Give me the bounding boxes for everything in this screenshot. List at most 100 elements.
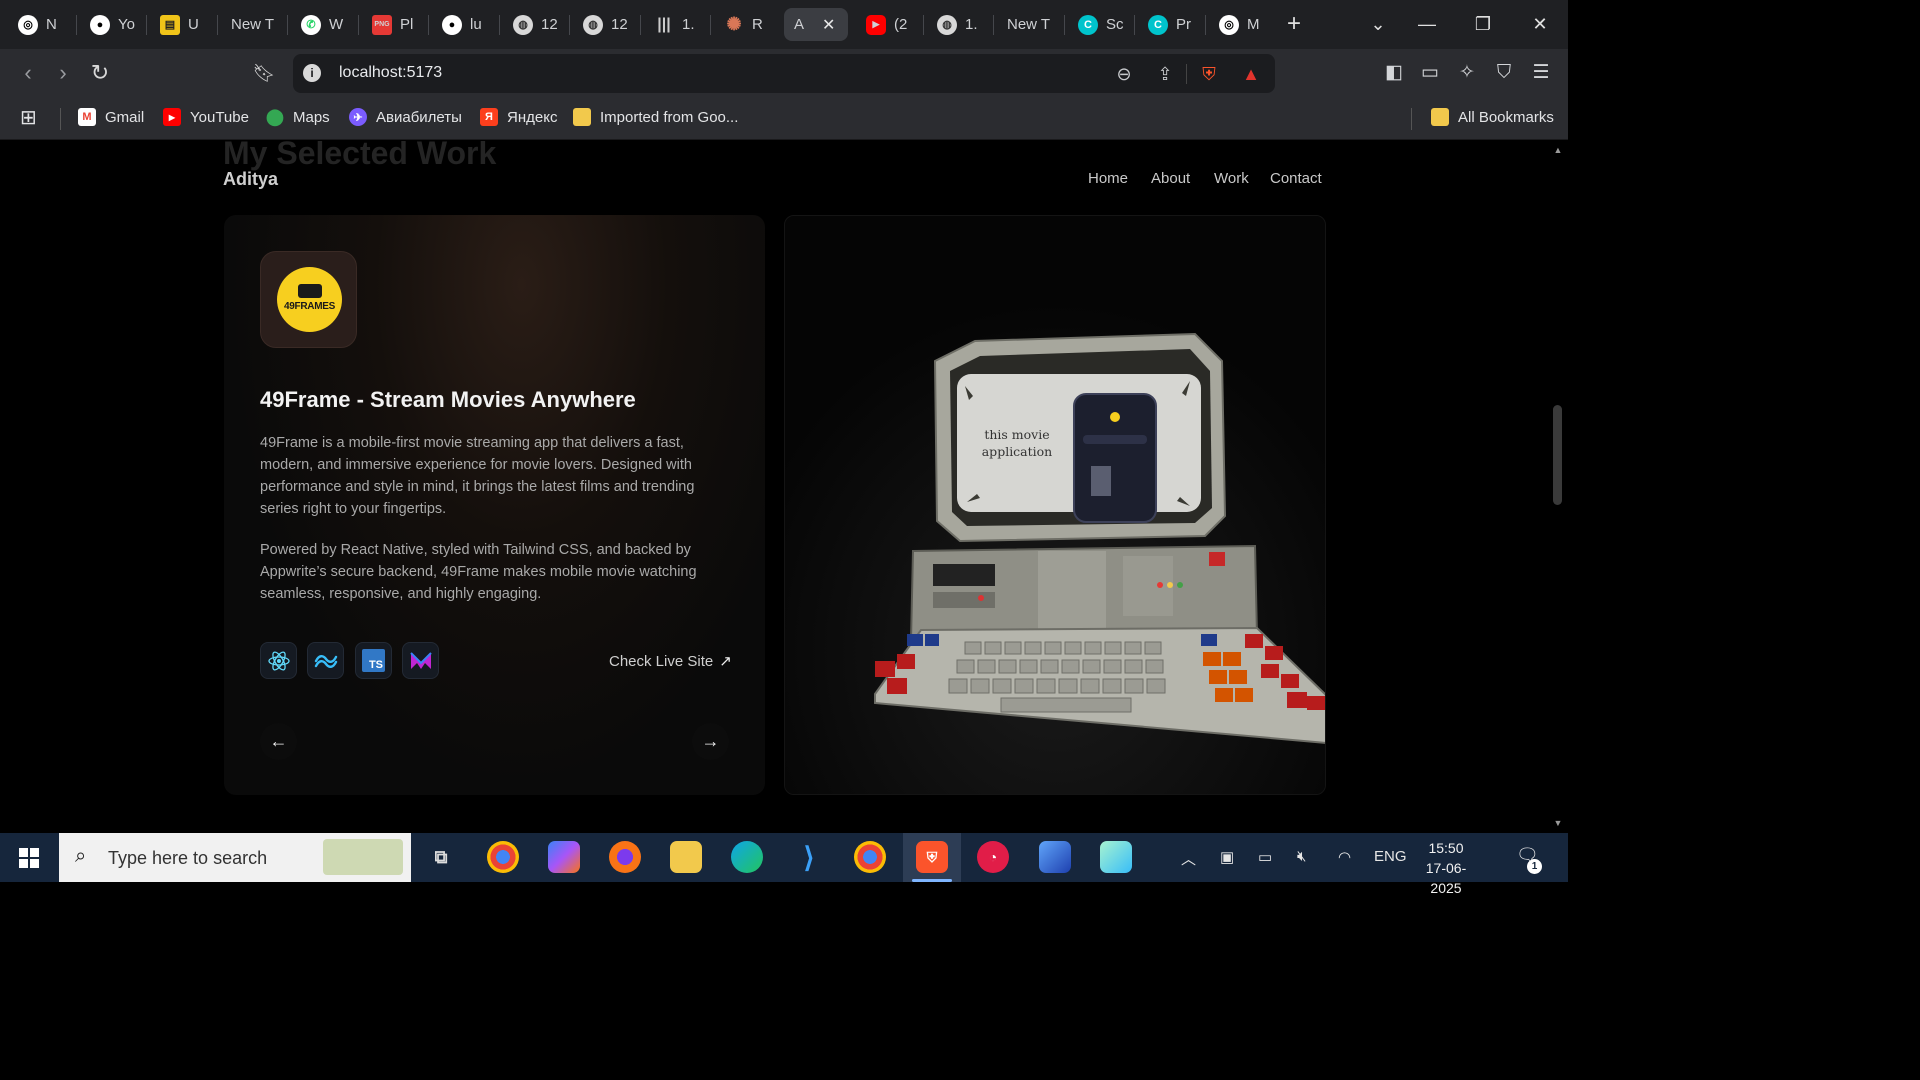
clock[interactable]: 15:50 17-06-2025: [1411, 838, 1481, 898]
edge-icon[interactable]: [731, 841, 763, 873]
notepad-icon[interactable]: [1100, 841, 1132, 873]
file-explorer-icon[interactable]: [670, 841, 702, 873]
new-tab-button[interactable]: +: [1280, 10, 1308, 38]
taskbar-search[interactable]: ⌕ Type here to search: [59, 833, 411, 882]
whatsapp-icon: ✆: [301, 14, 321, 35]
nav-home[interactable]: Home: [1088, 170, 1128, 187]
bookmark-youtube[interactable]: ▶ YouTube: [163, 106, 249, 128]
site-brand[interactable]: Aditya: [223, 169, 278, 190]
tab[interactable]: ◍ 12: [573, 8, 633, 41]
volume-muted-icon[interactable]: 🔇︎: [1297, 848, 1306, 865]
back-button[interactable]: ‹: [14, 59, 42, 87]
brave-shields-icon[interactable]: ⛨: [1197, 62, 1221, 86]
chrome-icon[interactable]: [487, 841, 519, 873]
page-viewport: My Selected Work Aditya Home About Work …: [0, 141, 1548, 833]
tab[interactable]: C Pr: [1138, 8, 1198, 41]
prev-project-button[interactable]: ←: [260, 723, 297, 760]
nav-contact[interactable]: Contact: [1270, 170, 1322, 187]
project-logo: 49FRAMES: [260, 251, 357, 348]
scroll-down-icon[interactable]: ▼: [1552, 818, 1564, 828]
claude-icon: ✺: [726, 14, 742, 34]
url-text[interactable]: localhost:5173: [339, 64, 442, 82]
vscode-icon[interactable]: ⟩: [793, 841, 825, 873]
openai-icon: ◎: [18, 14, 38, 35]
tab[interactable]: New T: [221, 8, 281, 41]
reload-button[interactable]: ↻: [86, 59, 114, 87]
firefox-icon[interactable]: [609, 841, 641, 873]
check-live-site-link[interactable]: Check Live Site ↗: [609, 652, 732, 670]
react-icon: [260, 642, 297, 679]
tab[interactable]: PNG Pl: [362, 8, 422, 41]
tab[interactable]: ◎ N: [8, 8, 70, 41]
yandex-icon: Я: [480, 108, 498, 126]
apps-grid-icon[interactable]: ⊞: [20, 106, 37, 129]
zoom-icon[interactable]: ⊖: [1112, 62, 1136, 86]
wallet-icon[interactable]: ▭: [1418, 61, 1442, 85]
speedtest-icon[interactable]: ◔: [977, 841, 1009, 873]
close-tab-icon[interactable]: ✕: [822, 15, 835, 35]
openai-icon: ◎: [1219, 14, 1239, 35]
youtube-icon: ▶: [163, 108, 181, 126]
minimize-button[interactable]: —: [1407, 8, 1447, 40]
tab[interactable]: ✺ R: [714, 8, 774, 41]
tailwind-icon: [307, 642, 344, 679]
start-button[interactable]: [0, 833, 58, 882]
copilot-icon[interactable]: [548, 841, 580, 873]
typescript-icon: TS: [355, 642, 392, 679]
restore-button[interactable]: ❐: [1463, 8, 1503, 40]
nav-about[interactable]: About: [1151, 170, 1190, 187]
brave-rewards-icon[interactable]: ▲: [1239, 62, 1263, 86]
meet-now-icon[interactable]: ▣: [1220, 848, 1234, 866]
menu-icon[interactable]: ☰: [1529, 61, 1553, 85]
vpn-icon[interactable]: ⛉: [1492, 61, 1516, 85]
leo-ai-icon[interactable]: ✧: [1455, 61, 1479, 85]
tab[interactable]: ◍ 1.: [927, 8, 987, 41]
tab[interactable]: ▤ U: [150, 8, 210, 41]
tab[interactable]: ▶ (2: [856, 8, 916, 41]
bookmark-aviasales[interactable]: ✈ Авиабилеты: [349, 106, 462, 128]
bookmark-icon[interactable]: 🔖︎: [250, 59, 278, 87]
tab[interactable]: C Sc: [1068, 8, 1128, 41]
site-info-icon[interactable]: i: [303, 64, 321, 82]
forward-button[interactable]: ›: [49, 59, 77, 87]
brave-icon[interactable]: ⛨: [916, 841, 948, 873]
tab[interactable]: ● lu: [432, 8, 492, 41]
bookmark-folder-imported[interactable]: Imported from Goo...: [573, 106, 738, 128]
tab[interactable]: ◍ 12: [503, 8, 563, 41]
scrollbar-thumb[interactable]: [1553, 405, 1562, 505]
maps-icon: ⬤: [266, 109, 284, 126]
next-project-button[interactable]: →: [692, 723, 729, 760]
bookmark-maps[interactable]: ⬤ Maps: [266, 106, 330, 128]
all-bookmarks[interactable]: All Bookmarks: [1431, 106, 1554, 128]
windows-taskbar: ⌕ Type here to search ⧉ ⟩ ⛨ ◔ ︿ ▣ ▭ 🔇︎ ◠…: [0, 833, 1568, 896]
tab[interactable]: ◎ M: [1209, 8, 1269, 41]
project-3d-preview[interactable]: this movie application: [784, 215, 1326, 795]
language-indicator[interactable]: ENG: [1374, 848, 1407, 865]
browser-toolbar: ‹ › ↻ 🔖︎ i localhost:5173 ⊖ ⇪ ⛨ ▲ ◧ ▭ ✧ …: [0, 49, 1568, 97]
wifi-icon[interactable]: ◠: [1338, 848, 1351, 866]
task-view-icon[interactable]: ⧉: [425, 841, 457, 873]
scroll-up-icon[interactable]: ▲: [1552, 145, 1564, 155]
screen-text: this movie: [984, 427, 1049, 442]
share-icon[interactable]: ⇪: [1153, 62, 1177, 86]
address-bar[interactable]: i localhost:5173 ⊖ ⇪ ⛨ ▲: [293, 54, 1275, 93]
chrome-profile-icon[interactable]: [854, 841, 886, 873]
nav-work[interactable]: Work: [1214, 170, 1249, 187]
tab[interactable]: New T: [997, 8, 1057, 41]
tab-active[interactable]: A ✕: [784, 8, 848, 41]
tab-search-chevron-icon[interactable]: ⌄: [1358, 8, 1398, 40]
youtube-icon: ▶: [866, 14, 886, 35]
photos-icon[interactable]: [1039, 841, 1071, 873]
sidebar-icon[interactable]: ◧: [1382, 61, 1406, 85]
tab[interactable]: ||| 1.: [644, 8, 704, 41]
tray-chevron-icon[interactable]: ︿: [1181, 848, 1196, 869]
tab[interactable]: ✆ W: [291, 8, 351, 41]
browser-tab-bar: ◎ N ● Yo ▤ U New T ✆ W PNG Pl ● lu ◍ 12 ◍ 12 |||…: [0, 0, 1568, 49]
tab[interactable]: ● Yo: [80, 8, 140, 41]
bookmark-yandex[interactable]: Я Яндекс: [480, 106, 557, 128]
battery-icon[interactable]: ▭: [1258, 848, 1272, 866]
png-svg-icon: PNG: [372, 14, 392, 35]
close-window-button[interactable]: ✕: [1520, 8, 1560, 40]
folder-icon: [573, 108, 591, 126]
bookmark-gmail[interactable]: M Gmail: [78, 106, 144, 128]
